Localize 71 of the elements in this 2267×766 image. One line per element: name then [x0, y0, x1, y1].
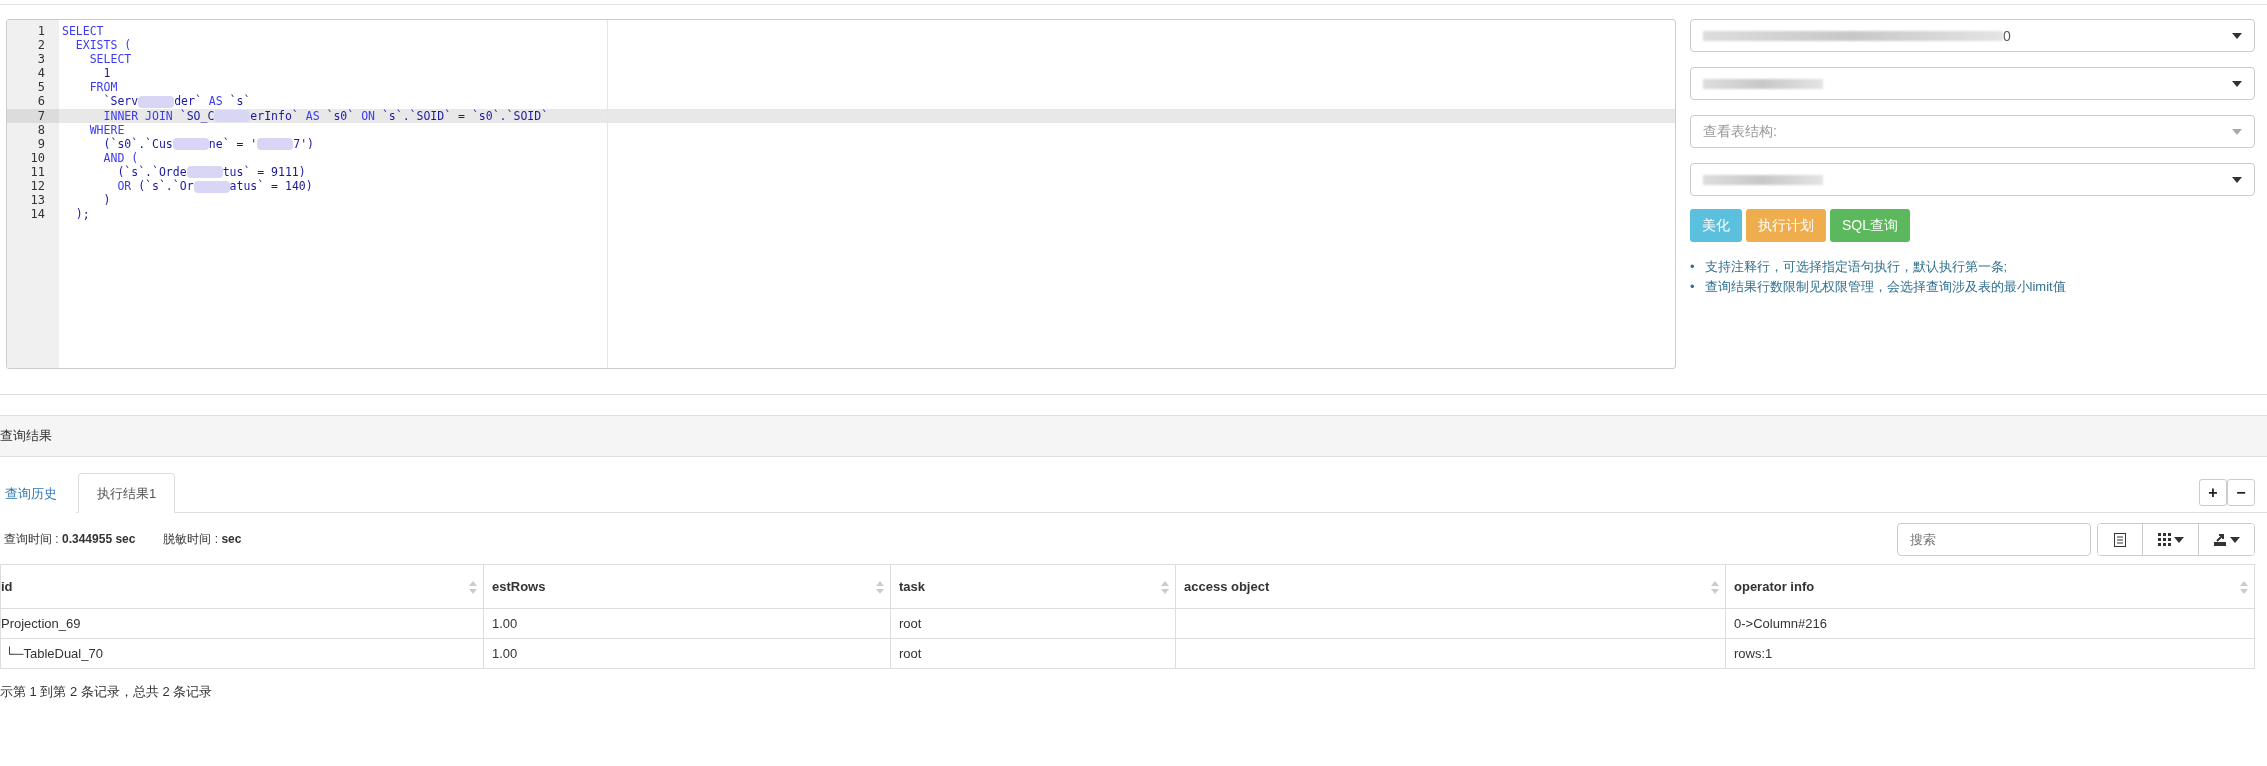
line-number: 6 — [36, 94, 46, 109]
search-field[interactable]: 搜索 — [1897, 523, 2091, 556]
bullet-mark: • — [1690, 278, 1695, 296]
caret-icon — [2173, 536, 2184, 543]
line-number: 1 — [36, 24, 46, 39]
export-icon — [2213, 533, 2227, 546]
code-line: SELECT — [61, 24, 105, 39]
grid-icon — [2157, 533, 2171, 546]
sort-icon — [876, 581, 884, 594]
table-cell: 1.00 — [492, 616, 518, 631]
column-header[interactable]: access object — [1175, 564, 1726, 609]
table-cell: Projection_69 — [1, 616, 81, 631]
sort-icon — [469, 581, 477, 594]
sort-icon — [1161, 581, 1169, 594]
select-field[interactable] — [1690, 163, 2255, 196]
sort-icon — [1711, 581, 1719, 594]
line-number: 2 — [36, 38, 46, 53]
line-number: 4 — [36, 66, 46, 81]
bullet-mark: • — [1690, 258, 1695, 276]
line-number: 8 — [36, 122, 46, 137]
code-line: `Serv der` AS `s` — [102, 94, 252, 109]
table-cell: └─TableDual_70 — [5, 646, 103, 661]
column-header[interactable]: id — [0, 564, 484, 609]
caret-icon — [2232, 128, 2242, 135]
hint-text: 支持注释行，可选择指定语句执行，默认执行第一条; — [1704, 258, 2008, 276]
stat-text: 脱敏时间 : sec — [163, 531, 242, 548]
caret-icon — [2232, 32, 2242, 39]
add-tab-button[interactable]: + — [2199, 479, 2227, 506]
code-line: (`s`.`Orde tus` = 9111) — [116, 164, 307, 179]
table-cell: 0->Column#216 — [1734, 616, 1827, 631]
table-cell: rows:1 — [1734, 646, 1773, 661]
table-cell: root — [899, 616, 922, 631]
code-line: EXISTS ( — [74, 38, 133, 53]
line-number: 3 — [36, 52, 46, 67]
code-line: ); — [74, 207, 91, 222]
line-number: 5 — [36, 80, 46, 95]
caret-icon — [2232, 80, 2242, 87]
column-header[interactable]: estRows — [483, 564, 891, 609]
caret-icon — [2232, 176, 2242, 183]
table-cell: root — [899, 646, 922, 661]
column-header[interactable]: operator info — [1725, 564, 2255, 609]
code-line: 1 — [102, 66, 112, 81]
sort-icon — [2240, 581, 2248, 594]
section-title: 查询结果 — [0, 427, 52, 445]
table-cell: 1.00 — [492, 646, 518, 661]
code-line: SELECT — [88, 52, 133, 67]
column-header[interactable]: task — [890, 564, 1176, 609]
stat-text: 查询时间 : 0.344955 sec — [4, 531, 136, 548]
line-number: 11 — [29, 164, 46, 180]
line-number: 7 — [7, 108, 59, 123]
select-field[interactable] — [1690, 67, 2255, 100]
remove-tab-button[interactable]: − — [2227, 479, 2255, 506]
line-number: 9 — [36, 136, 46, 151]
pagination-text: 示第 1 到第 2 条记录，总共 2 条记录 — [0, 683, 214, 701]
code-line: AND ( — [102, 150, 140, 165]
result-tab[interactable]: 执行结果1 — [78, 473, 176, 513]
line-number: 14 — [29, 207, 46, 222]
select-placeholder: 查看表结构: — [1703, 122, 1777, 141]
list-icon — [2114, 532, 2126, 547]
code-line: OR (`s`.`Or atus` = 140) — [116, 179, 314, 194]
code-line: (`s0`.`Cus ne` = ' 7') — [102, 136, 316, 151]
code-line: ) — [102, 193, 112, 208]
export-button[interactable] — [2198, 524, 2254, 555]
line-number: 10 — [29, 150, 46, 165]
caret-icon — [2230, 536, 2240, 543]
hint-text: 查询结果行数限制见权限管理，会选择查询涉及表的最小limit值 — [1704, 278, 2066, 296]
code-line: FROM — [88, 80, 119, 95]
select-field[interactable]: 0 — [1690, 19, 2255, 52]
line-number: 13 — [29, 193, 46, 208]
code-line: WHERE — [88, 122, 126, 137]
line-number: 12 — [29, 179, 46, 194]
